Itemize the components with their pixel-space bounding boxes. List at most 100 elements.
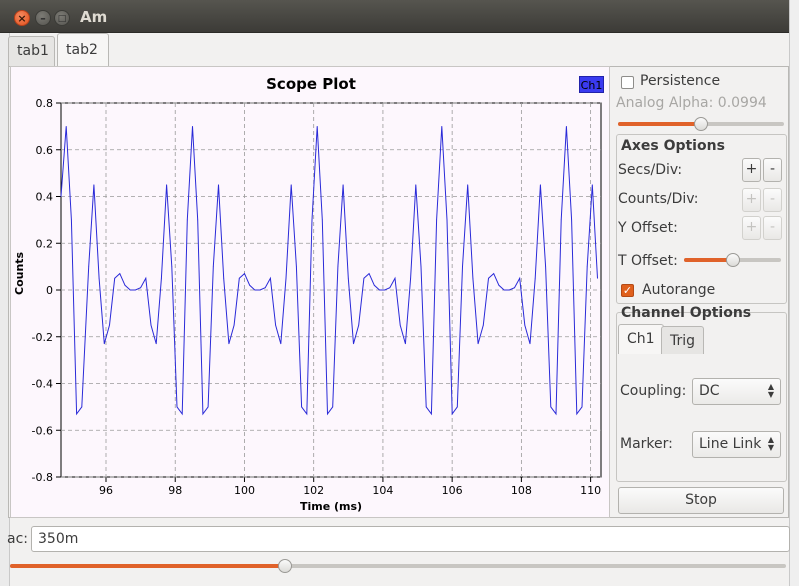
tab-ch1[interactable]: Ch1 xyxy=(618,324,664,354)
data-point xyxy=(436,219,437,221)
y-tick-label: -0.6 xyxy=(32,424,53,437)
coupling-value: DC xyxy=(699,383,720,399)
data-point xyxy=(76,413,77,415)
y-offset-plus-button[interactable]: + xyxy=(742,216,761,240)
y-tick-label: 0.4 xyxy=(36,191,54,204)
data-point xyxy=(519,277,521,279)
data-point xyxy=(207,406,209,408)
data-point xyxy=(71,219,72,221)
marker-select[interactable]: Line Link ▲ ▼ xyxy=(692,431,781,458)
x-tick-label: 104 xyxy=(372,484,393,497)
data-point xyxy=(347,277,349,279)
data-point xyxy=(420,266,422,267)
data-point xyxy=(529,343,531,345)
data-point xyxy=(342,184,344,186)
legend-ch1[interactable]: Ch1 xyxy=(579,76,604,93)
data-point xyxy=(150,324,152,326)
data-point xyxy=(129,289,131,291)
data-point xyxy=(218,184,219,186)
data-point xyxy=(171,266,173,267)
data-point xyxy=(270,277,271,279)
data-point xyxy=(311,219,313,221)
data-point xyxy=(472,277,474,279)
autorange-checkbox[interactable]: ✓ xyxy=(621,284,634,297)
data-point xyxy=(379,289,380,291)
analog-alpha-slider[interactable] xyxy=(618,117,784,131)
stop-button[interactable]: Stop xyxy=(618,487,784,514)
data-point xyxy=(285,277,287,279)
data-point xyxy=(586,266,588,267)
data-point xyxy=(399,324,401,326)
data-point xyxy=(321,219,323,221)
data-point xyxy=(597,277,598,279)
data-point xyxy=(431,413,432,415)
secs-div-plus-button[interactable]: + xyxy=(742,158,761,182)
data-point xyxy=(166,184,168,186)
coupling-select[interactable]: DC ▲ ▼ xyxy=(692,378,781,405)
tab-tab2[interactable]: tab2 xyxy=(57,33,109,67)
data-point xyxy=(405,343,406,345)
data-point xyxy=(280,343,282,345)
data-point xyxy=(482,324,484,326)
data-point xyxy=(197,219,199,221)
data-point xyxy=(155,343,157,345)
combo-arrows-icon: ▲ ▼ xyxy=(767,435,774,452)
data-point xyxy=(373,284,375,286)
y-offset-minus-button[interactable]: - xyxy=(763,216,782,240)
side-panel: Persistence Analog Alpha: 0.0994 Axes Op… xyxy=(612,66,789,518)
data-point xyxy=(181,413,183,415)
data-point xyxy=(81,406,83,408)
value-input[interactable]: 350m xyxy=(31,526,790,552)
plot-canvas: 96 98 100 102 104 106 108 110 0.8 0.6 0.4 0.2 0 -0.2 -… xyxy=(32,97,602,497)
marker-label: Marker: xyxy=(620,436,673,452)
data-point xyxy=(560,219,562,221)
x-tick-label: 102 xyxy=(303,484,324,497)
y-tick-label: 0.6 xyxy=(36,144,54,157)
y-tick-label: 0.2 xyxy=(36,237,54,250)
data-point xyxy=(581,406,583,408)
t-offset-knob[interactable] xyxy=(726,253,740,267)
autorange-label: Autorange xyxy=(642,282,716,298)
t-offset-slider[interactable] xyxy=(684,253,781,267)
data-point xyxy=(550,406,552,408)
data-point xyxy=(368,273,370,274)
analog-alpha-knob[interactable] xyxy=(694,117,708,131)
axes-options-group xyxy=(616,134,787,304)
data-point xyxy=(358,324,360,326)
data-point xyxy=(514,287,515,289)
data-point xyxy=(301,406,302,408)
data-point xyxy=(456,406,458,408)
data-point xyxy=(202,413,204,415)
data-point xyxy=(88,266,90,267)
data-point xyxy=(145,277,147,279)
data-point xyxy=(306,413,308,415)
data-point xyxy=(233,324,235,326)
persistence-checkbox[interactable] xyxy=(621,76,634,89)
bottom-slider-knob[interactable] xyxy=(278,559,292,573)
axes-options-heading: Axes Options xyxy=(621,138,725,154)
x-tick-label: 106 xyxy=(442,484,463,497)
x-tick-label: 108 xyxy=(511,484,532,497)
data-point xyxy=(332,406,334,408)
combo-arrows-icon: ▲ ▼ xyxy=(767,382,774,399)
tab-trig[interactable]: Trig xyxy=(661,326,705,354)
data-point xyxy=(467,184,469,186)
data-point xyxy=(186,219,188,221)
data-point xyxy=(337,266,339,267)
counts-div-label: Counts/Div: xyxy=(618,191,699,207)
minimize-icon[interactable]: – xyxy=(35,10,51,26)
scope-plot[interactable]: 96 98 100 102 104 106 108 110 0.8 0.6 0.4 0.2 0 -0.2 -… xyxy=(10,66,610,518)
tab-tab1[interactable]: tab1 xyxy=(8,36,55,67)
data-point xyxy=(119,273,121,274)
close-icon[interactable]: × xyxy=(14,10,30,26)
maximize-icon[interactable]: □ xyxy=(54,10,70,26)
y-tick-label: -0.8 xyxy=(32,471,53,484)
bottom-slider[interactable] xyxy=(10,559,786,573)
data-point xyxy=(290,184,292,186)
t-offset-label: T Offset: xyxy=(618,253,678,269)
secs-div-minus-button[interactable]: - xyxy=(763,158,782,182)
y-tick-label: 0 xyxy=(46,284,53,297)
data-point xyxy=(540,184,541,186)
counts-div-minus-button[interactable]: - xyxy=(763,188,782,212)
counts-div-plus-button[interactable]: + xyxy=(742,188,761,212)
